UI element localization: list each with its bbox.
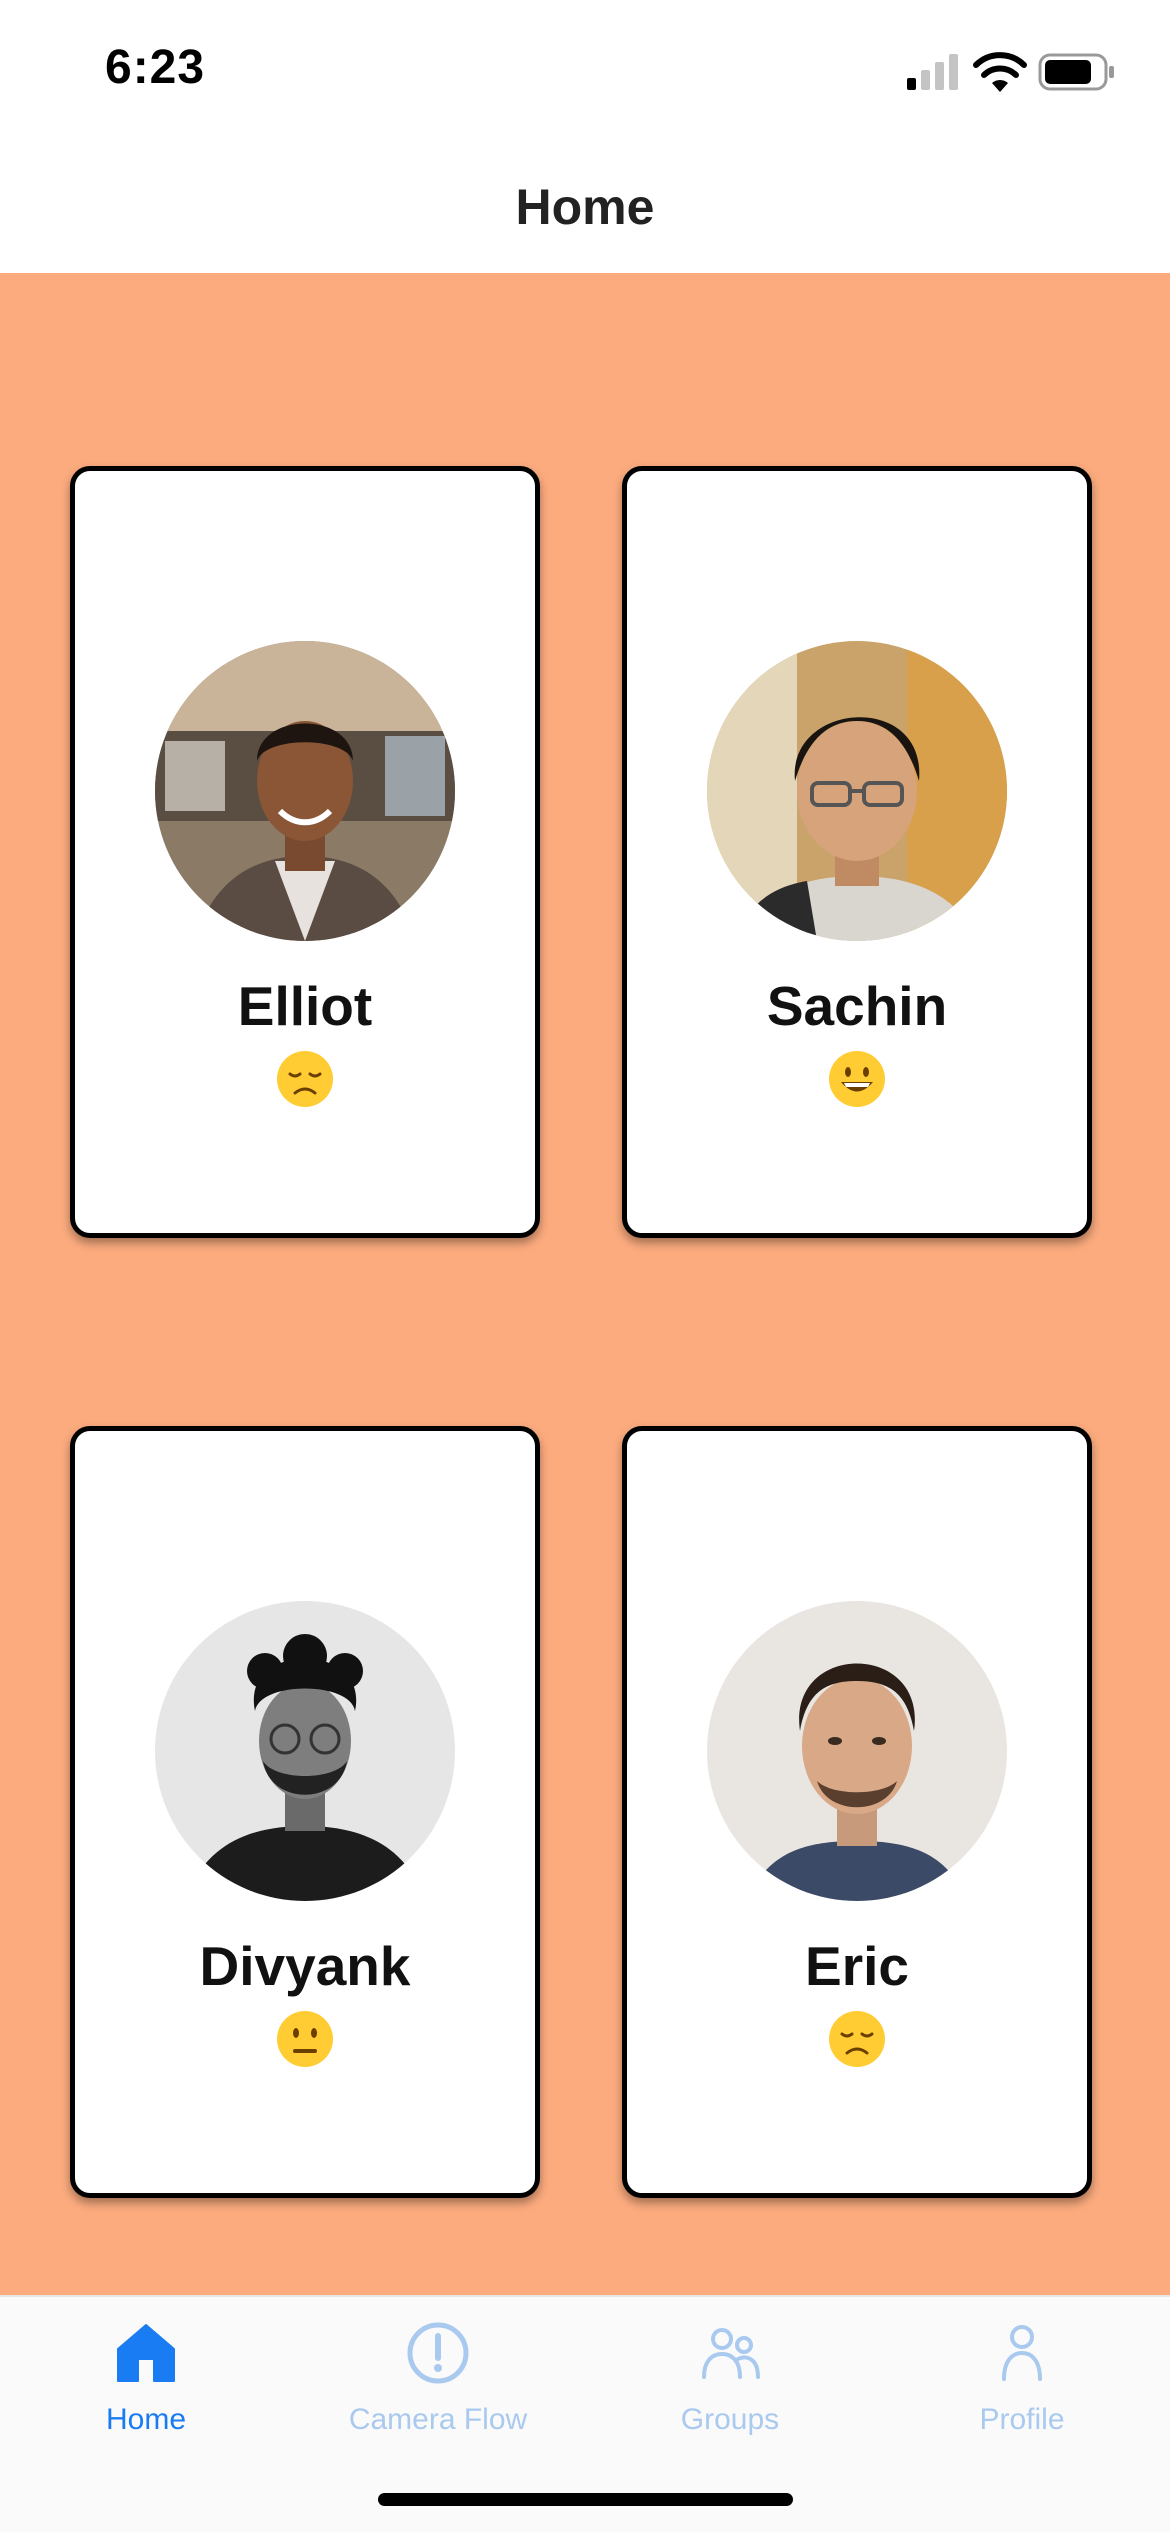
home-indicator[interactable] xyxy=(378,2493,793,2506)
home-icon xyxy=(117,2324,175,2382)
person-card-sachin[interactable]: Sachin xyxy=(622,466,1092,1238)
neutral-face-emoji xyxy=(75,2009,535,2069)
grinning-face-emoji xyxy=(627,1049,1087,1109)
person-card-elliot[interactable]: Elliot xyxy=(70,466,540,1238)
avatar xyxy=(707,641,1007,941)
battery-icon xyxy=(1038,53,1114,91)
avatar xyxy=(155,641,455,941)
nav-header: Home xyxy=(0,140,1170,273)
tab-label: Camera Flow xyxy=(348,2403,528,2436)
wifi-icon xyxy=(973,52,1027,92)
tab-label: Home xyxy=(105,2403,187,2436)
signal-icon xyxy=(907,54,958,90)
tab-groups[interactable]: Groups xyxy=(584,2297,876,2447)
person-card-divyank[interactable]: Divyank xyxy=(70,1426,540,2198)
person-name: Divyank xyxy=(199,1935,411,1997)
tab-label: Profile xyxy=(979,2403,1065,2436)
person-name: Eric xyxy=(805,1935,909,1997)
person-icon xyxy=(1002,2325,1042,2381)
page-title: Home xyxy=(515,179,655,235)
disappointed-face-emoji xyxy=(627,2009,1087,2069)
disappointed-face-emoji xyxy=(75,1049,535,1109)
person-name: Sachin xyxy=(766,975,948,1037)
tab-home[interactable]: Home xyxy=(0,2297,292,2447)
people-icon xyxy=(702,2328,760,2379)
avatar xyxy=(707,1601,1007,1901)
tab-label: Groups xyxy=(680,2403,780,2436)
person-card-eric[interactable]: Eric xyxy=(622,1426,1092,2198)
status-time: 6:23 xyxy=(105,41,206,94)
tab-camera-flow[interactable]: Camera Flow xyxy=(292,2297,584,2447)
person-name: Elliot xyxy=(237,975,373,1037)
people-grid: Elliot Sachin Divyank Eric xyxy=(0,273,1170,2295)
exclamation-circle-icon xyxy=(407,2322,469,2384)
tab-profile[interactable]: Profile xyxy=(876,2297,1168,2447)
status-bar: 6:23 xyxy=(0,0,1170,140)
avatar xyxy=(155,1601,455,1901)
